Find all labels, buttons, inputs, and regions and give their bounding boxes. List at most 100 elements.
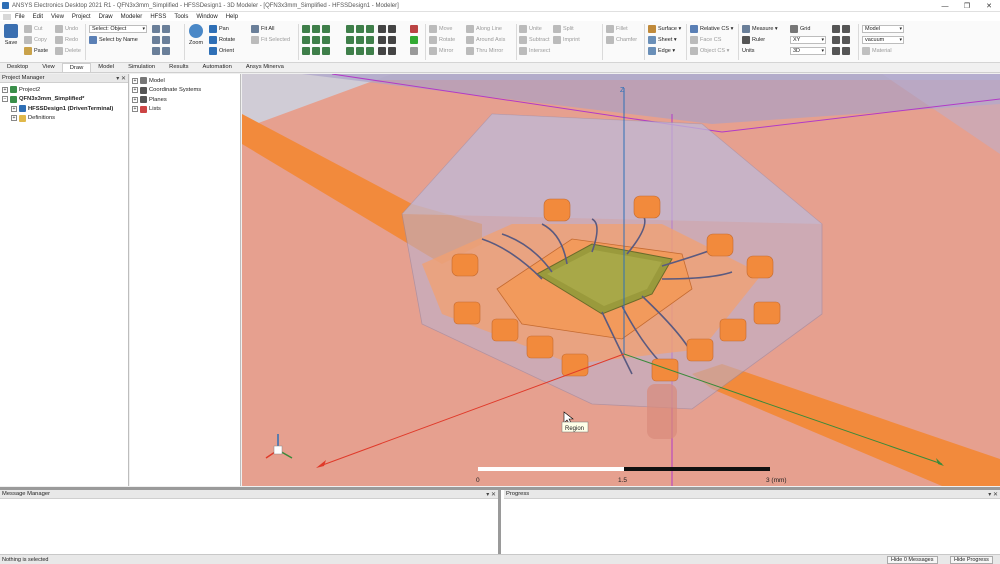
draw-plane-icon[interactable] xyxy=(366,35,374,44)
draw-line-icon[interactable] xyxy=(356,46,364,55)
subtract-button[interactable]: Subtract xyxy=(519,34,550,45)
draw-arc-icon[interactable] xyxy=(366,46,374,55)
tab-simulation[interactable]: Simulation xyxy=(121,63,162,72)
point-snap-icon[interactable] xyxy=(410,35,418,44)
select-by-name-button[interactable]: Select by Name xyxy=(89,34,147,45)
menu-tools[interactable]: Tools xyxy=(174,14,188,20)
fit-selected-button[interactable]: Fit Selected xyxy=(251,34,290,45)
redo-button[interactable]: Redo xyxy=(55,34,81,45)
view-box-icon[interactable] xyxy=(832,35,840,44)
grid-button[interactable]: Grid xyxy=(790,23,826,34)
tree-item-planes[interactable]: + Planes xyxy=(132,95,238,105)
layer-icon[interactable] xyxy=(842,35,850,44)
expand-icon[interactable]: + xyxy=(132,77,138,84)
intersect-button[interactable]: Intersect xyxy=(519,45,550,56)
tree-item-qfn-project[interactable]: − QFN3x3mm_Simplified* xyxy=(2,95,126,105)
view-icon-2[interactable] xyxy=(162,24,170,33)
draw-cone-icon[interactable] xyxy=(312,35,320,44)
collapse-icon[interactable]: − xyxy=(2,96,8,103)
draw-rectangle-icon[interactable] xyxy=(346,24,354,33)
menu-draw[interactable]: Draw xyxy=(99,14,113,20)
face-cs-button[interactable]: Face CS xyxy=(690,34,733,45)
tab-view[interactable]: View xyxy=(35,63,61,72)
menu-window[interactable]: Window xyxy=(196,14,217,20)
paste-button[interactable]: Paste xyxy=(24,45,48,56)
draw-ellipse-icon[interactable] xyxy=(356,24,364,33)
undo-button[interactable]: Undo xyxy=(55,23,81,34)
draw-polygon-icon[interactable] xyxy=(346,35,354,44)
rotate-view-button[interactable]: Rotate xyxy=(209,34,235,45)
move-button[interactable]: Move xyxy=(429,23,455,34)
dimension-dropdown[interactable]: 3D xyxy=(790,46,826,55)
orient-button[interactable]: Orient xyxy=(209,45,235,56)
menu-modeler[interactable]: Modeler xyxy=(121,14,143,20)
around-axis-button[interactable]: Around Axis xyxy=(466,34,505,45)
material-button[interactable]: Material xyxy=(862,45,904,56)
tree-item-model[interactable]: + Model xyxy=(132,76,238,86)
view-icon-5[interactable] xyxy=(152,46,160,55)
thru-mirror-button[interactable]: Thru Mirror xyxy=(466,45,505,56)
grid-toggle-icon[interactable] xyxy=(842,24,850,33)
view-icon-1[interactable] xyxy=(152,24,160,33)
tree-item-project2[interactable]: + Project2 xyxy=(2,85,126,95)
select-mode-dropdown[interactable]: Select: Object xyxy=(89,24,147,33)
delete-button[interactable]: Delete xyxy=(55,45,81,56)
cut-button[interactable]: Cut xyxy=(24,23,48,34)
edge-button[interactable]: Edge ▾ xyxy=(648,45,681,56)
close-button[interactable]: ✕ xyxy=(978,0,1000,12)
expand-icon[interactable]: + xyxy=(11,105,17,112)
mirror-button[interactable]: Mirror xyxy=(429,45,455,56)
expand-icon[interactable]: + xyxy=(132,106,138,113)
tree-item-definitions[interactable]: + Definitions xyxy=(2,114,126,124)
imprint-button[interactable]: Imprint xyxy=(553,34,580,45)
expand-icon[interactable]: + xyxy=(11,115,17,122)
tree-item-coordinate-systems[interactable]: + Coordinate Systems xyxy=(132,86,238,96)
draw-polyhedron-icon[interactable] xyxy=(302,46,310,55)
object-cs-button[interactable]: Object CS ▾ xyxy=(690,45,733,56)
draw-circle-icon[interactable] xyxy=(366,24,374,33)
arc-3pt-icon[interactable] xyxy=(378,35,386,44)
fit-all-button[interactable]: Fit All xyxy=(251,23,290,34)
menu-help[interactable]: Help xyxy=(226,14,238,20)
draw-spiral-icon[interactable] xyxy=(312,46,320,55)
pan-button[interactable]: Pan xyxy=(209,23,235,34)
surface-button[interactable]: Surface ▾ xyxy=(648,23,681,34)
panel-controls[interactable]: ▾ ✕ xyxy=(988,491,998,498)
polyline-icon[interactable] xyxy=(378,24,386,33)
along-line-button[interactable]: Along Line xyxy=(466,23,505,34)
tab-results[interactable]: Results xyxy=(162,63,195,72)
spline-icon[interactable] xyxy=(388,24,396,33)
fillet-button[interactable]: Fillet xyxy=(606,23,637,34)
draw-torus-icon[interactable] xyxy=(302,35,310,44)
chamfer-button[interactable]: Chamfer xyxy=(606,34,637,45)
ruler-button[interactable]: Ruler xyxy=(742,34,778,45)
tab-automation[interactable]: Automation xyxy=(195,63,238,72)
draw-box-icon[interactable] xyxy=(302,24,310,33)
draw-region-icon[interactable] xyxy=(356,35,364,44)
tree-item-hfss-design[interactable]: + HFSSDesign1 (DrivenTerminal) xyxy=(2,104,126,114)
show-icon[interactable] xyxy=(842,46,850,55)
copy-button[interactable]: Copy xyxy=(24,34,48,45)
orientation-gizmo[interactable] xyxy=(265,434,293,459)
draw-sphere-icon[interactable] xyxy=(322,24,330,33)
minimize-button[interactable]: — xyxy=(934,0,956,12)
view-icon-6[interactable] xyxy=(162,46,170,55)
split-button[interactable]: Split xyxy=(553,23,580,34)
menu-view[interactable]: View xyxy=(51,14,64,20)
sheet-button[interactable]: Sheet ▾ xyxy=(648,34,681,45)
draw-helix-icon[interactable] xyxy=(322,35,330,44)
menu-edit[interactable]: Edit xyxy=(33,14,43,20)
menu-file[interactable]: File xyxy=(15,14,25,20)
tab-draw[interactable]: Draw xyxy=(61,63,92,72)
tab-desktop[interactable]: Desktop xyxy=(0,63,35,72)
model-dropdown[interactable]: Model xyxy=(862,24,904,33)
tab-ansys-minerva[interactable]: Ansys Minerva xyxy=(239,63,291,72)
material-dropdown[interactable]: vacuum xyxy=(862,35,904,44)
grid-snap-icon[interactable] xyxy=(410,46,418,55)
hide-messages-button[interactable]: Hide 0 Messages xyxy=(887,556,938,564)
expand-icon[interactable]: + xyxy=(132,87,138,94)
model-icon[interactable] xyxy=(832,24,840,33)
hide-icon[interactable] xyxy=(832,46,840,55)
menu-hfss[interactable]: HFSS xyxy=(150,14,166,20)
model-canvas[interactable]: Z 0 1.5 3 (mm) Region xyxy=(242,74,1000,486)
